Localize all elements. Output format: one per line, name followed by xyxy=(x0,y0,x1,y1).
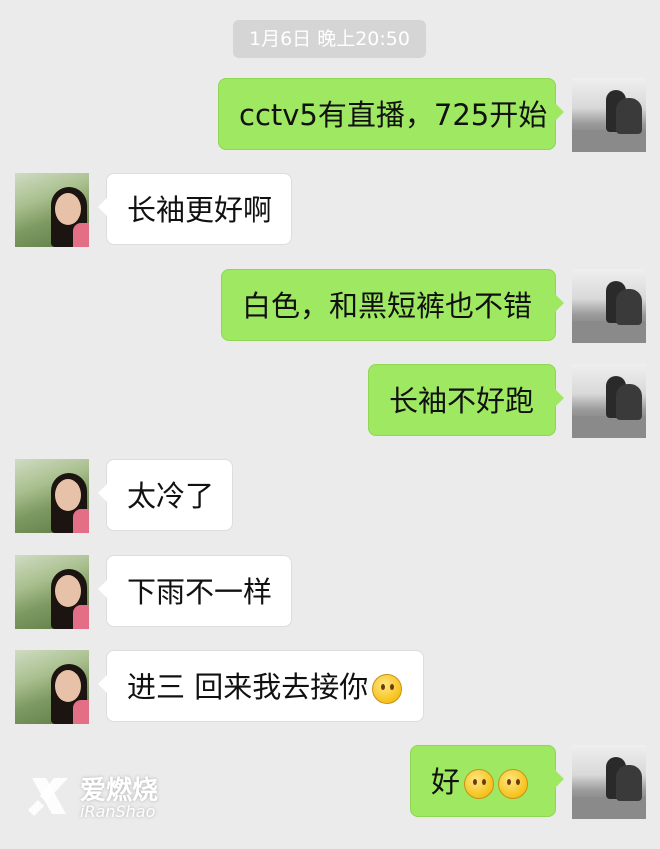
message-bubble[interactable]: 太冷了 xyxy=(98,459,233,531)
message-text: 太冷了 xyxy=(127,479,215,513)
my-avatar[interactable] xyxy=(572,78,646,152)
message-bubble[interactable]: 下雨不一样 xyxy=(98,555,292,627)
message-text: 白色，和黑短裤也不错 xyxy=(242,289,533,323)
message-text: 进三 回来我去接你 xyxy=(127,670,369,704)
my-avatar[interactable] xyxy=(572,269,646,343)
contact-avatar[interactable] xyxy=(15,173,89,247)
my-avatar[interactable] xyxy=(572,364,646,438)
smile-emoji-icon xyxy=(372,674,403,704)
watermark: 爱燃烧 iRanShao xyxy=(24,768,184,824)
message-text: 好 xyxy=(431,765,461,799)
message-bubble[interactable]: 好 xyxy=(410,745,564,817)
iranshao-logo-icon xyxy=(28,778,68,816)
message-text: 下雨不一样 xyxy=(127,575,273,609)
timestamp: 1月6日 晚上20:50 xyxy=(233,20,426,58)
kiss-emoji-icon xyxy=(498,769,529,799)
kiss-emoji-icon xyxy=(464,769,495,799)
message-text: cctv5有直播，725开始 xyxy=(239,98,548,132)
watermark-name-en: iRanShao xyxy=(80,802,156,821)
message-text: 长袖更好啊 xyxy=(127,193,273,227)
my-avatar[interactable] xyxy=(572,745,646,819)
message-bubble[interactable]: 长袖更好啊 xyxy=(98,173,292,245)
contact-avatar[interactable] xyxy=(15,650,89,724)
contact-avatar[interactable] xyxy=(15,555,89,629)
contact-avatar[interactable] xyxy=(15,459,89,533)
message-bubble[interactable]: 白色，和黑短裤也不错 xyxy=(221,269,564,341)
message-bubble[interactable]: cctv5有直播，725开始 xyxy=(218,78,564,150)
message-bubble[interactable]: 进三 回来我去接你 xyxy=(98,650,424,722)
message-text: 长袖不好跑 xyxy=(389,384,535,418)
message-bubble[interactable]: 长袖不好跑 xyxy=(368,364,564,436)
